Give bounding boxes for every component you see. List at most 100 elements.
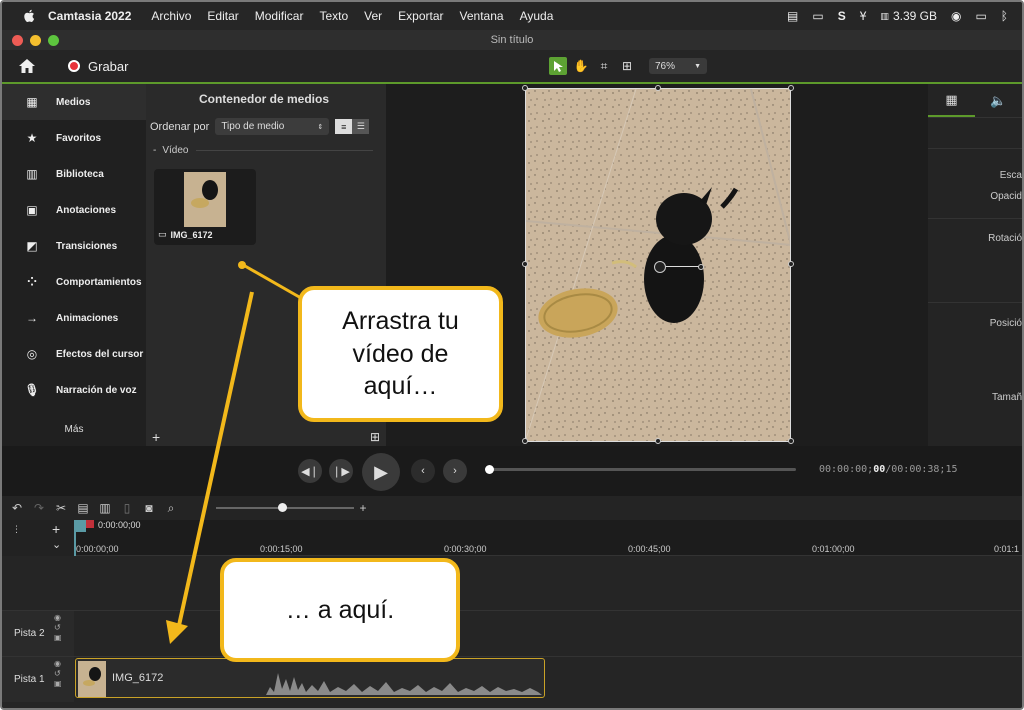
chevron-down-icon[interactable]: ⌄ [52,538,61,551]
redo-icon[interactable]: ↷ [28,501,50,515]
properties-tabs: ▦ 🔈 [928,84,1022,118]
copy-icon[interactable]: ▤ [72,501,94,515]
canvas-tools: ✋ ⌗ ⊞ 76% ▼ [549,57,707,75]
next-icon[interactable]: › [443,459,467,483]
sidebar-item-label: Anotaciones [56,204,117,216]
ruler-label: 0:00:45;00 [628,544,671,554]
sidebar-item-medios[interactable]: ▦ Medios [2,84,146,120]
track-lane-2[interactable] [74,610,1022,656]
library-icon: ▥ [26,167,38,181]
playhead[interactable]: 0:00:00;00 [74,520,141,532]
arrow-tool-icon[interactable] [549,57,567,75]
s-app-icon[interactable]: S [838,9,846,23]
menu-bar: Camtasia 2022 Archivo Editar Modificar T… [2,2,1022,30]
menu-exportar[interactable]: Exportar [398,9,443,23]
add-track-icon[interactable]: + [52,521,60,537]
bluetooth-icon[interactable]: ᛒ [1001,9,1008,23]
step-forward-icon[interactable]: ❘▶ [329,459,353,483]
previous-icon[interactable]: ‹ [411,459,435,483]
menu-app-name[interactable]: Camtasia 2022 [48,9,131,23]
record-button[interactable]: Grabar [54,59,128,74]
callout-drag-from: Arrastra tu vídeo de aquí… [298,286,503,422]
sidebar-item-animaciones[interactable]: → Animaciones [2,300,146,336]
sidebar-item-biblioteca[interactable]: ▥ Biblioteca [2,156,146,192]
audio-properties-tab[interactable]: 🔈 [975,84,1022,117]
detail-view-icon[interactable]: ☰ [352,119,370,134]
app-toolbar: Grabar ✋ ⌗ ⊞ 76% ▼ [2,50,1022,84]
rotate-knob-icon[interactable] [698,264,704,270]
split-icon[interactable]: ▯ [116,501,138,515]
camera-icon[interactable]: ◙ [138,501,160,515]
sidebar-item-narracion[interactable]: 🎙 Narración de voz [2,372,146,408]
resize-handle-bl[interactable] [522,438,528,444]
scrub-knob[interactable] [485,465,494,474]
add-media-button[interactable]: + [152,429,160,445]
resize-handle-tl[interactable] [522,85,528,91]
sort-select[interactable]: Tipo de medio ⇕ [215,118,330,135]
track-tools-icon[interactable]: ⋮ [12,524,21,535]
menu-texto[interactable]: Texto [319,9,348,23]
monitor-icon[interactable]: ▭ [812,9,823,23]
apple-icon[interactable] [20,7,38,25]
timeline-zoom-slider[interactable] [216,503,354,512]
resize-handle-top[interactable] [655,85,661,91]
audio-waveform [266,673,542,695]
zoom-in-icon[interactable]: + [352,501,374,515]
film-icon: ▦ [945,91,958,107]
track-controls-icon[interactable]: ◉ ↺ ▣ [54,659,62,689]
scrub-bar[interactable] [485,465,796,474]
visual-properties-tab[interactable]: ▦ [928,84,975,117]
sidebar-item-transiciones[interactable]: ◩ Transiciones [2,228,146,264]
pan-hand-icon[interactable]: ✋ [572,57,590,75]
zoom-dropdown[interactable]: 76% ▼ [649,58,707,74]
media-item[interactable]: ▭ IMG_6172 [154,169,256,245]
step-back-icon[interactable]: ◀❘ [298,459,322,483]
divider [928,218,1022,219]
home-icon[interactable] [18,58,36,74]
video-preview[interactable] [525,88,791,442]
memory-icon: ▥ [880,10,889,21]
crop-icon[interactable]: ⌗ [595,57,613,75]
sidebar-item-comportamientos[interactable]: ⁘ Comportamientos [2,264,146,300]
track-controls-icon[interactable]: ◉ ↺ ▣ [54,613,62,643]
timeline-clip[interactable]: IMG_6172 [75,658,545,698]
scale-label: Esca [999,170,1022,181]
resize-handle-tr[interactable] [788,85,794,91]
battery-icon[interactable]: ▭ [975,9,986,23]
sidebar-item-label: Favoritos [56,132,102,144]
paste-icon[interactable]: ▥ [94,501,116,515]
undo-icon[interactable]: ↶ [6,501,28,515]
sidebar-item-efectos-cursor[interactable]: ◎ Efectos del cursor [2,336,146,372]
cut-icon[interactable]: ✂ [50,501,72,515]
resize-handle-left[interactable] [522,261,528,267]
resize-handle-br[interactable] [788,438,794,444]
menu-editar[interactable]: Editar [207,9,238,23]
zoom-search-icon[interactable]: ⌕ [160,501,182,516]
grid-view-icon[interactable]: ⊞ [370,430,380,444]
timeline-ruler[interactable]: 0:00:00;00 0:00:15;00 0:00:30;00 0:00:45… [74,520,1022,556]
sidebar-item-anotaciones[interactable]: ▣ Anotaciones [2,192,146,228]
window-title-bar: Sin título [2,30,1022,50]
menu-ver[interactable]: Ver [364,9,382,23]
memory-status[interactable]: ▥ 3.39 GB [880,9,937,23]
menu-archivo[interactable]: Archivo [151,9,191,23]
menu-ayuda[interactable]: Ayuda [520,9,554,23]
section-header[interactable]: - Vídeo [153,145,373,156]
play-circle-icon[interactable]: ◉ [951,9,961,23]
rotate-handle-icon[interactable] [654,261,666,273]
sidebar-item-favoritos[interactable]: ★ Favoritos [2,120,146,156]
list-view-icon[interactable]: ≡ [335,119,353,134]
more-button[interactable]: Más [2,424,146,435]
play-button[interactable]: ▶ [362,453,400,491]
playhead-out-marker[interactable] [86,520,94,528]
track-header-2[interactable]: Pista 2 ◉ ↺ ▣ [2,610,74,656]
layout-icon[interactable]: ▤ [787,9,798,23]
menu-modificar[interactable]: Modificar [255,9,304,23]
fit-canvas-icon[interactable]: ⊞ [618,57,636,75]
resize-handle-right[interactable] [788,261,794,267]
tools-icon[interactable]: Ұ [860,9,867,23]
zoom-slider-knob[interactable] [278,503,287,512]
resize-handle-bottom[interactable] [655,438,661,444]
menu-ventana[interactable]: Ventana [460,9,504,23]
track-header-1[interactable]: Pista 1 ◉ ↺ ▣ [2,656,74,702]
